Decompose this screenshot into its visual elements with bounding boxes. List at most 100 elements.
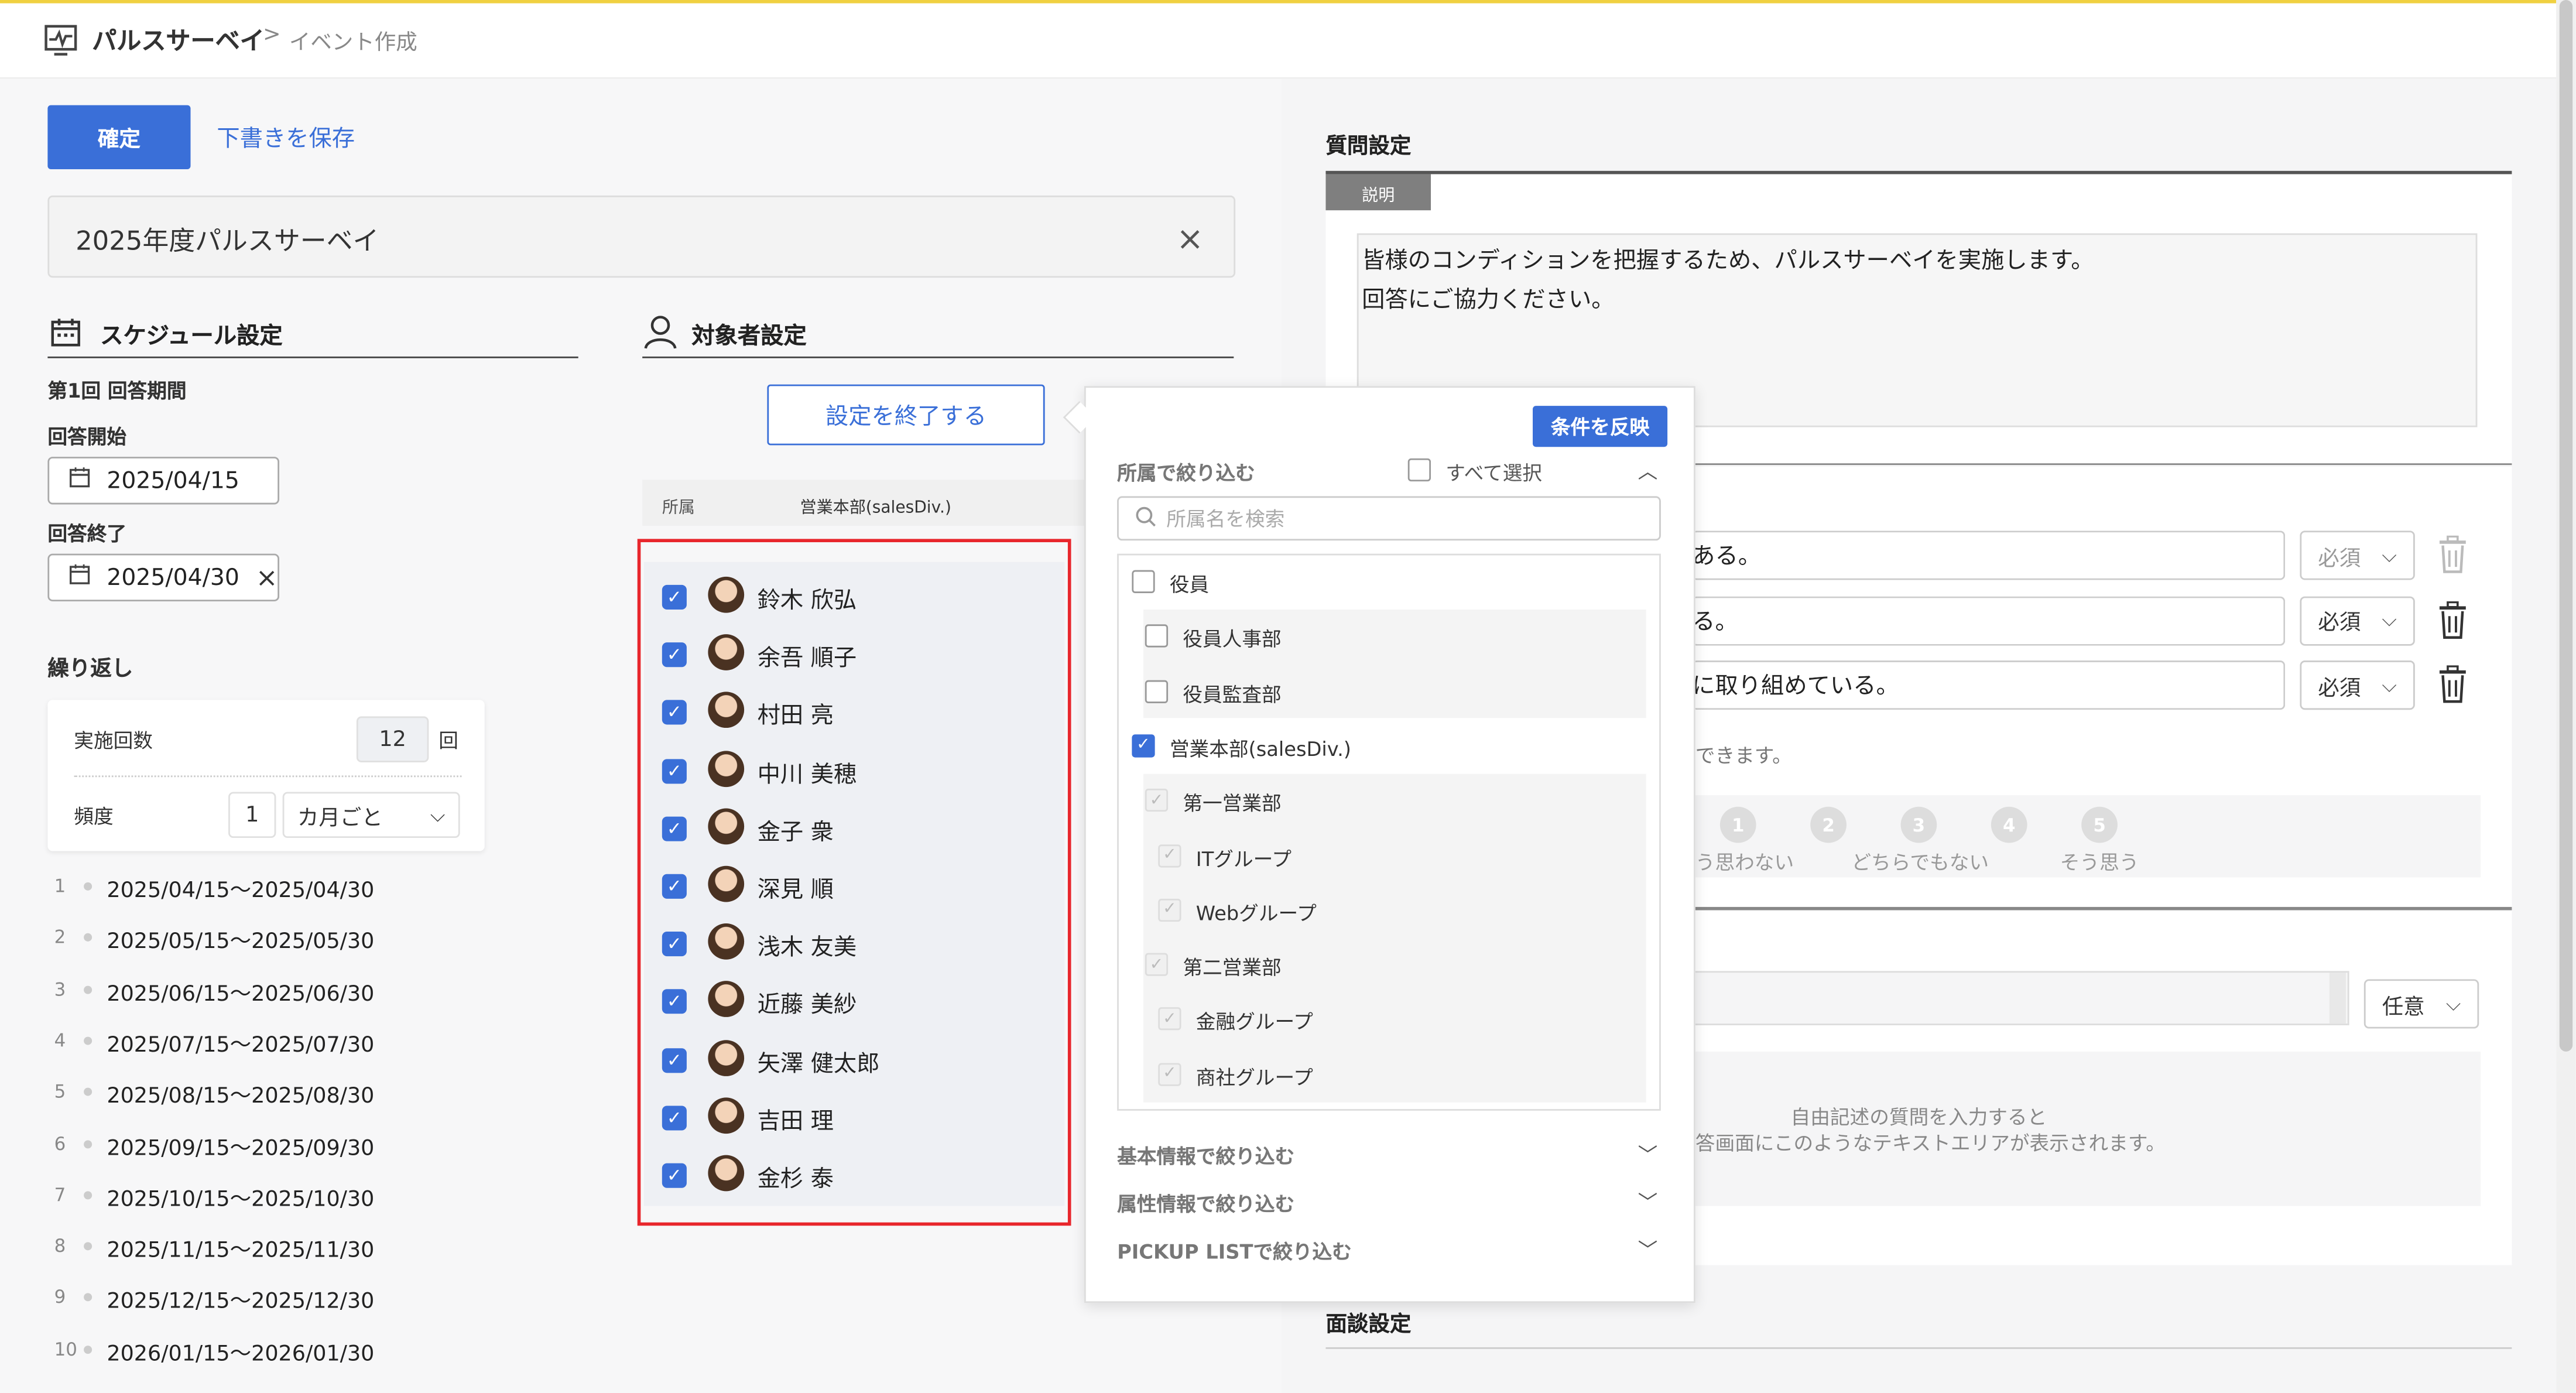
save-draft-link[interactable]: 下書きを保存 <box>217 122 355 155</box>
apply-conditions-button[interactable]: 条件を反映 <box>1532 406 1668 447</box>
dept-checkbox[interactable]: ✓ <box>1132 734 1155 758</box>
dept-search-placeholder: 所属名を検索 <box>1166 508 1285 531</box>
end-date-value: 2025/04/30 <box>107 564 239 591</box>
dept-checkbox[interactable]: ✓ <box>1145 789 1169 812</box>
calendar-icon <box>51 319 80 347</box>
question-input[interactable]: に取り組めている。 <box>1692 660 2286 710</box>
card-divider <box>74 775 462 778</box>
highlight-box <box>637 539 1071 1226</box>
dept-search-input[interactable]: 所属名を検索 <box>1117 496 1661 541</box>
scale-point: 2 <box>1810 806 1847 843</box>
optional-select[interactable]: 任意 ⌵ <box>2363 979 2479 1029</box>
question-input[interactable]: る。 <box>1692 595 2286 645</box>
description-tab[interactable]: 説明 <box>1325 174 1431 211</box>
scale-point: 3 <box>1900 806 1937 843</box>
person-icon <box>644 316 677 349</box>
schedule-range: 2025/09/15～2025/09/30 <box>107 1136 375 1161</box>
chevron-down-icon: ⌵ <box>2445 991 2461 1015</box>
chevron-down-icon: ⌵ <box>2382 543 2397 566</box>
chevron-down-icon[interactable]: ﹀ <box>1638 1188 1658 1216</box>
filter-dept-label[interactable]: 所属で絞り込む <box>1117 458 1255 487</box>
schedule-index: 4 <box>54 1030 66 1052</box>
freq-unit-select[interactable]: カ月ごと ⌵ <box>282 792 460 838</box>
freq-input[interactable]: 1 <box>228 792 276 838</box>
count-label: 実施回数 <box>74 729 153 753</box>
schedule-index: 2 <box>54 927 66 949</box>
dept-label[interactable]: 営業本部(salesDiv.) <box>1170 734 1351 762</box>
dept-checkbox[interactable] <box>1145 679 1169 703</box>
freq-label: 頻度 <box>74 805 114 829</box>
chevron-down-icon[interactable]: ﹀ <box>1638 1140 1658 1168</box>
question-section-title: 質問設定 <box>1325 135 1412 160</box>
dept-label[interactable]: 金融グループ <box>1196 1008 1313 1036</box>
trash-icon[interactable] <box>2434 665 2471 711</box>
pulse-survey-icon <box>44 25 77 56</box>
dept-checkbox[interactable]: ✓ <box>1158 1062 1181 1086</box>
required-value: 必須 <box>2318 676 2361 701</box>
chevron-down-icon: ⌵ <box>2382 673 2397 696</box>
tree-group-bg-2 <box>1143 773 1646 1103</box>
dept-label[interactable]: 第一営業部 <box>1183 789 1281 817</box>
end-date-field[interactable]: 2025/04/30 × <box>47 553 280 601</box>
search-icon <box>1135 505 1156 532</box>
dept-checkbox[interactable]: ✓ <box>1145 953 1169 977</box>
dept-label[interactable]: 商社グループ <box>1196 1063 1313 1091</box>
scale-label: そう思う <box>2060 851 2139 874</box>
schedule-section-title: スケジュール設定 <box>100 323 283 350</box>
dept-checkbox[interactable] <box>1145 625 1169 648</box>
dept-label[interactable]: 役員人事部 <box>1183 625 1281 653</box>
schedule-index: 3 <box>54 978 66 1000</box>
dept-label[interactable]: Webグループ <box>1196 898 1317 926</box>
dept-checkbox[interactable]: ✓ <box>1158 843 1181 867</box>
trash-icon[interactable] <box>2434 535 2471 582</box>
dept-label[interactable]: 役員 <box>1170 570 1209 598</box>
schedule-divider <box>47 356 578 358</box>
select-all-label[interactable]: すべて選択 <box>1445 458 1542 487</box>
count-input[interactable]: 12 <box>356 716 429 762</box>
start-date-field[interactable]: 2025/04/15 <box>47 457 280 505</box>
dept-checkbox[interactable] <box>1132 570 1155 593</box>
scale-point: 1 <box>1719 806 1756 843</box>
dept-checkbox[interactable]: ✓ <box>1158 1008 1181 1031</box>
description-line-2: 回答にご協力ください。 <box>1362 288 1615 314</box>
filter-attr-label[interactable]: 属性情報で絞り込む <box>1117 1190 1294 1218</box>
dept-label[interactable]: 第二営業部 <box>1183 953 1281 981</box>
chevron-down-icon: ⌵ <box>2382 608 2397 631</box>
end-setting-button[interactable]: 設定を終了する <box>767 384 1045 446</box>
breadcrumb-current: イベント作成 <box>289 31 417 56</box>
page-scrollbar-thumb[interactable] <box>2559 0 2573 1052</box>
end-label: 回答終了 <box>47 522 127 546</box>
targets-section-title: 対象者設定 <box>691 323 807 350</box>
chevron-up-icon[interactable]: ︿ <box>1638 457 1658 485</box>
chevron-down-icon[interactable]: ﹀ <box>1638 1235 1658 1264</box>
required-select[interactable]: 必須 ⌵ <box>2300 530 2415 580</box>
filter-basic-label[interactable]: 基本情報で絞り込む <box>1117 1142 1294 1170</box>
required-select[interactable]: 必須 ⌵ <box>2300 595 2415 645</box>
required-select[interactable]: 必須 ⌵ <box>2300 660 2415 710</box>
interview-divider <box>1325 1347 2512 1349</box>
schedule-range: 2025/11/15～2025/11/30 <box>107 1238 375 1264</box>
question-input[interactable]: ある。 <box>1692 530 2286 580</box>
dept-label[interactable]: ITグループ <box>1196 844 1292 872</box>
schedule-range: 2025/06/15～2025/06/30 <box>107 981 375 1007</box>
breadcrumb-app[interactable]: パルスサーベイ <box>92 23 265 57</box>
select-all-checkbox[interactable] <box>1407 458 1431 482</box>
question-text: る。 <box>1692 608 1738 635</box>
dept-label[interactable]: 役員監査部 <box>1183 680 1281 708</box>
repeat-label: 繰り返し <box>47 657 133 682</box>
confirm-button[interactable]: 確定 <box>47 105 191 170</box>
clear-end-date-icon[interactable]: × <box>256 562 278 593</box>
dept-checkbox[interactable]: ✓ <box>1158 898 1181 922</box>
free-question-scrollbar[interactable] <box>2329 973 2346 1024</box>
question-hint: できます。 <box>1695 744 1792 768</box>
free-hint-2: 答画面にこのようなテキストエリアが表示されます。 <box>1695 1132 2166 1155</box>
schedule-index: 8 <box>54 1235 66 1257</box>
clear-title-icon[interactable]: × <box>1176 218 1204 258</box>
schedule-index: 7 <box>54 1184 66 1206</box>
target-table-header: 所属 営業本部(salesDiv.) <box>642 480 1086 526</box>
trash-icon[interactable] <box>2434 600 2471 647</box>
schedule-index: 6 <box>54 1132 66 1155</box>
filter-pickup-label[interactable]: PICKUP LISTで絞り込む <box>1117 1237 1352 1265</box>
question-text: ある。 <box>1692 543 1762 570</box>
free-question-input[interactable] <box>1692 971 2349 1025</box>
